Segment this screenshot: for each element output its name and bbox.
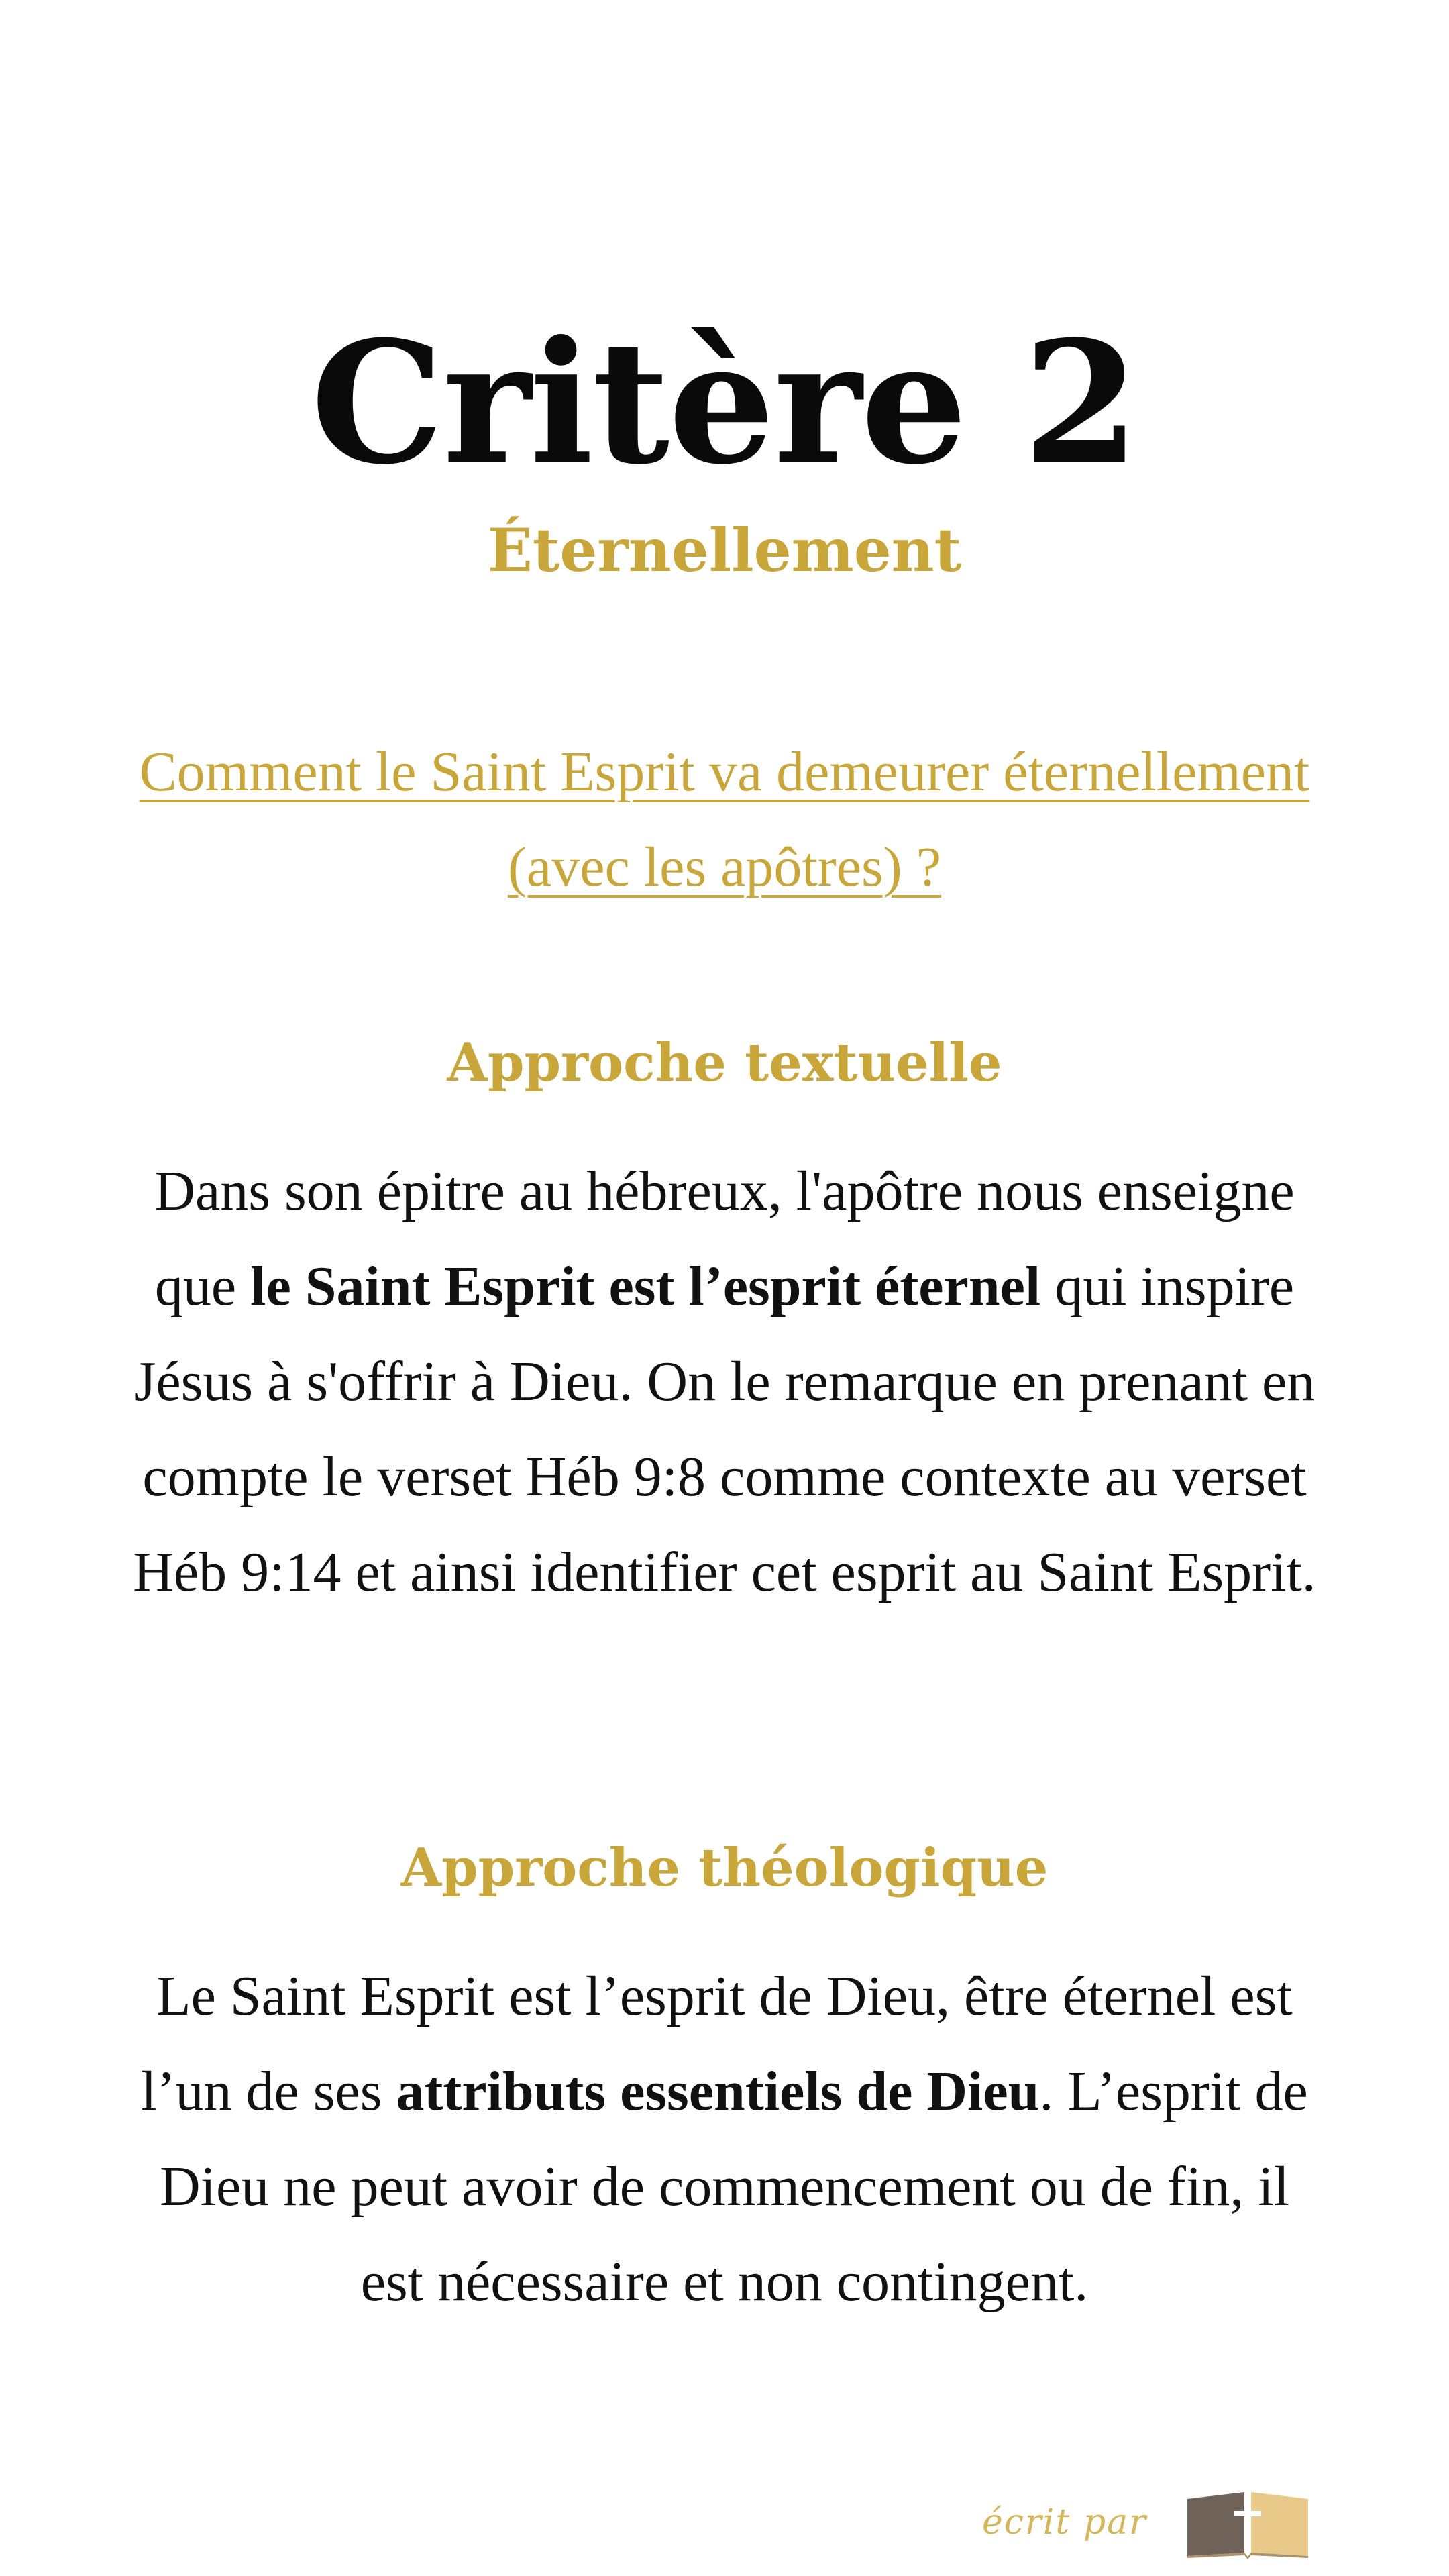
- paragraph-bold-text: le Saint Esprit est l’esprit éternel: [250, 1255, 1041, 1318]
- page: Critère 2 Éternellement Comment le Saint…: [0, 0, 1449, 2576]
- footer: écrit par: [982, 2482, 1315, 2563]
- page-title: Critère 2: [311, 304, 1140, 501]
- paragraph-theological: Le Saint Esprit est l’esprit de Dieu, êt…: [127, 1949, 1322, 2330]
- paragraph-textual: Dans son épitre au hébreux, l'apôtre nou…: [127, 1144, 1322, 1620]
- question-link[interactable]: Comment le Saint Esprit va demeurer éter…: [140, 741, 1310, 898]
- question-block: Comment le Saint Esprit va demeurer éter…: [94, 724, 1355, 915]
- section-heading-theological: Approche théologique: [400, 1837, 1049, 1898]
- signature-text: écrit par: [982, 2502, 1147, 2542]
- page-subtitle: Éternellement: [487, 515, 962, 585]
- paragraph-bold-text: attributs essentiels de Dieu: [396, 2060, 1040, 2123]
- section-heading-textual: Approche textuelle: [447, 1032, 1002, 1093]
- open-bible-cross-icon: [1187, 2492, 1308, 2559]
